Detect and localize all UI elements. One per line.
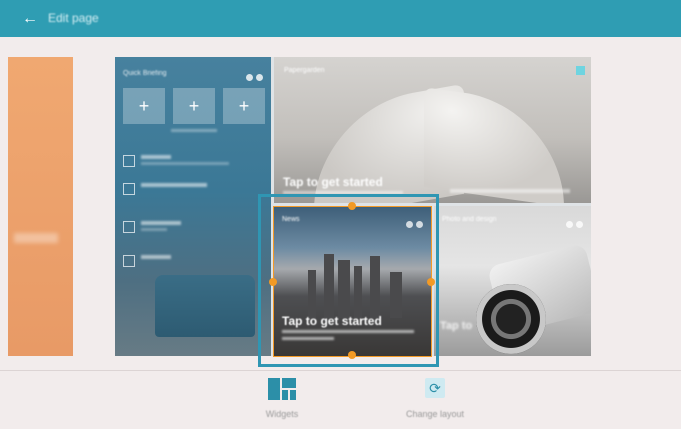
previous-page-text [14, 233, 58, 243]
resize-handle-bottom[interactable] [348, 351, 356, 359]
change-layout-label: Change layout [405, 409, 465, 419]
camera-lens-image [476, 284, 546, 354]
panel-title: Quick Briefing [123, 70, 167, 77]
change-layout-button[interactable]: ⟳ Change layout [385, 378, 485, 419]
widgets-label: Widgets [265, 409, 299, 419]
add-shortcut-button[interactable]: + [123, 88, 165, 124]
shortcut-tiles: + + + [123, 88, 265, 124]
add-shortcut-button[interactable]: + [173, 88, 215, 124]
resize-handle-left[interactable] [269, 278, 277, 286]
previous-page-preview[interactable] [8, 57, 73, 356]
resize-handle-right[interactable] [427, 278, 435, 286]
briefing-row [123, 253, 263, 273]
panel-title: Papergarden [284, 67, 325, 74]
briefing-row [123, 219, 263, 239]
sofa-image [155, 275, 255, 337]
panel-papergarden[interactable]: Papergarden Tap to get started [274, 57, 591, 203]
calendar-icon [123, 155, 135, 167]
app-bar: ← Edit page [0, 0, 681, 37]
briefing-row [123, 181, 263, 201]
row-title [141, 183, 207, 187]
shortcuts-caption [171, 129, 217, 132]
tap-to-start-text: Tap to get started [283, 175, 383, 189]
tap-to-start-text: Tap to [440, 320, 473, 332]
panel-title: Photo and design [442, 216, 497, 223]
book-image [424, 87, 564, 203]
image-icon [123, 255, 135, 267]
row-title [141, 155, 171, 159]
row-subtitle [141, 228, 167, 231]
refresh-icon[interactable] [256, 74, 263, 81]
page-title: Edit page [48, 11, 99, 25]
add-shortcut-button[interactable]: + [223, 88, 265, 124]
checkbox-icon[interactable] [576, 66, 585, 75]
refresh-icon[interactable] [576, 221, 583, 228]
panel-subtitle [450, 189, 570, 193]
arrow-left-icon[interactable]: ← [20, 9, 40, 29]
panel-actions [563, 215, 583, 233]
settings-icon[interactable] [246, 74, 253, 81]
weather-icon [123, 221, 135, 233]
bottom-toolbar: Widgets ⟳ Change layout [0, 371, 681, 429]
panel-quick-briefing[interactable]: Quick Briefing + + + [115, 57, 271, 356]
resize-handle-top[interactable] [348, 202, 356, 210]
resize-frame[interactable] [273, 206, 432, 357]
alarm-icon [123, 183, 135, 195]
row-subtitle [141, 162, 229, 165]
panel-actions [243, 68, 263, 81]
widgets-button[interactable]: Widgets [232, 378, 332, 419]
row-title [141, 221, 181, 225]
refresh-layout-icon: ⟳ [425, 378, 445, 398]
row-title [141, 255, 171, 259]
settings-icon[interactable] [566, 221, 573, 228]
briefing-row [123, 153, 263, 173]
panel-photo-design[interactable]: Photo and design Tap to [434, 206, 591, 356]
widgets-icon [268, 378, 296, 400]
